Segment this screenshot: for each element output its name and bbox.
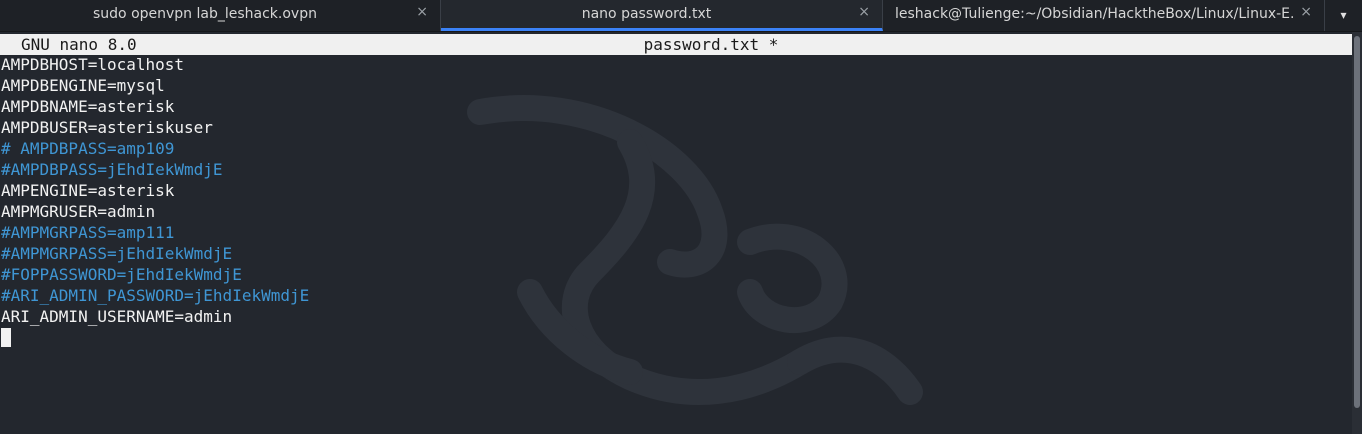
close-icon[interactable]: × xyxy=(1300,4,1312,20)
kali-dragon-watermark xyxy=(467,95,923,405)
comment-line: # AMPDBPASS=amp109 xyxy=(1,139,175,158)
scrollbar-thumb[interactable] xyxy=(1354,36,1360,408)
comment-line: #AMPDBPASS=jEhdIekWmdjE xyxy=(1,160,223,179)
tab-openvpn[interactable]: sudo openvpn lab_leshack.ovpn × xyxy=(0,0,441,31)
file-line: ARI_ADMIN_USERNAME=admin xyxy=(1,307,233,326)
tab-shell[interactable]: leshack@Tulienge:~/Obsidian/HacktheBox/L… xyxy=(883,0,1325,31)
text-cursor xyxy=(1,328,11,347)
close-icon[interactable]: × xyxy=(858,4,870,20)
file-line: AMPENGINE=asterisk xyxy=(1,181,175,200)
file-line: AMPDBNAME=asterisk xyxy=(1,97,175,116)
comment-line: #FOPPASSWORD=jEhdIekWmdjE xyxy=(1,265,242,284)
tab-label: leshack@Tulienge:~/Obsidian/HacktheBox/L… xyxy=(895,6,1294,22)
scrollbar[interactable] xyxy=(1352,32,1362,434)
comment-line: #AMPMGRPASS=amp111 xyxy=(1,223,175,242)
tab-menu-chevron-down-icon[interactable]: ▾ xyxy=(1325,0,1362,31)
nano-title-bar: GNU nano 8.0 password.txt * xyxy=(0,34,1352,55)
terminal-view[interactable]: GNU nano 8.0 password.txt * AMPDBHOST=lo… xyxy=(0,32,1352,434)
close-icon[interactable]: × xyxy=(416,4,428,20)
nano-filename: password.txt * xyxy=(643,35,779,54)
file-line: AMPDBENGINE=mysql xyxy=(1,76,165,95)
comment-line: #ARI_ADMIN_PASSWORD=jEhdIekWmdjE xyxy=(1,286,310,305)
file-line: AMPMGRUSER=admin xyxy=(1,202,156,221)
file-line: AMPDBHOST=localhost xyxy=(1,55,185,74)
file-line: AMPDBUSER=asteriskuser xyxy=(1,118,213,137)
tab-label: nano password.txt xyxy=(581,6,712,22)
tab-nano-password[interactable]: nano password.txt × xyxy=(441,0,883,31)
tab-label: sudo openvpn lab_leshack.ovpn xyxy=(93,6,317,22)
editor-buffer[interactable]: AMPDBHOST=localhost AMPDBENGINE=mysql AM… xyxy=(1,54,309,327)
tab-bar: sudo openvpn lab_leshack.ovpn × nano pas… xyxy=(0,0,1362,32)
comment-line: #AMPMGRPASS=jEhdIekWmdjE xyxy=(1,244,233,263)
